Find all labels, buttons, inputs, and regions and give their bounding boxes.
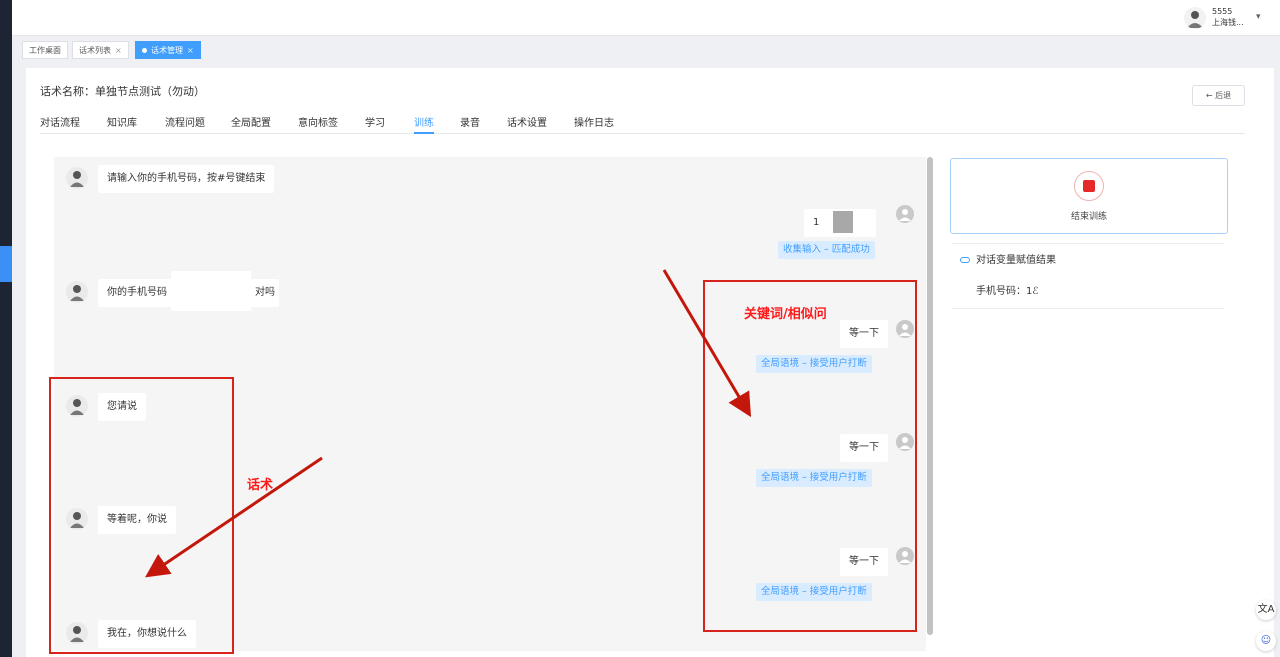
user-avatar-icon	[896, 320, 914, 338]
redaction-mask	[833, 211, 853, 233]
divider	[952, 308, 1224, 309]
status-tag: 全局语境 – 接受用户打断	[756, 583, 872, 601]
tab-dialog-flow[interactable]: 对话流程	[40, 114, 80, 129]
divider	[952, 243, 1224, 244]
user-message: 等一下	[840, 434, 888, 462]
bot-message: 我在，你想说什么	[98, 620, 196, 648]
user-message: 等一下	[840, 320, 888, 348]
bot-message: 您请说	[98, 393, 146, 421]
tab-label: 话术列表	[79, 46, 111, 55]
variable-result-title: 对话变量赋值结果	[976, 255, 1056, 266]
active-tab-underline	[414, 132, 434, 134]
bot-message-suffix: 对吗	[251, 279, 279, 307]
bot-avatar	[66, 622, 88, 644]
agent-icon	[70, 399, 84, 415]
user-avatar-icon	[896, 205, 914, 223]
user-message-prefix: 1	[813, 217, 820, 228]
agent-icon	[70, 512, 84, 528]
tab-flow-questions[interactable]: 流程问题	[165, 114, 205, 129]
close-icon[interactable]: ×	[187, 46, 194, 55]
person-icon	[899, 324, 911, 336]
chat-scrollbar[interactable]	[927, 157, 933, 635]
annotation-script-label: 话术	[247, 478, 274, 493]
sidebar-active-indicator[interactable]	[0, 246, 12, 282]
training-control-card: 结束训练	[950, 158, 1228, 234]
top-bar: 5555 上海钱... ▾	[12, 0, 1280, 36]
main-panel: 话术名称：单独节点测试（勿动） ← 后退 对话流程 知识库 流程问题 全局配置 …	[26, 68, 1274, 657]
bot-avatar	[66, 167, 88, 189]
user-avatar-icon	[896, 547, 914, 565]
annotation-keyword-label: 关键词/相似问	[744, 307, 827, 322]
user-message: 等一下	[840, 548, 888, 576]
translate-icon[interactable]: 文A	[1256, 600, 1276, 620]
person-icon	[1187, 11, 1203, 28]
stop-icon	[1083, 180, 1095, 192]
active-dot-icon	[142, 48, 147, 53]
status-tag: 全局语境 – 接受用户打断	[756, 355, 872, 373]
tab-bar: 工作桌面 话术列表 × 话术管理 ×	[12, 37, 1280, 63]
bot-message: 请输入你的手机号码，按#号键结束	[98, 165, 275, 193]
tab-operation-log[interactable]: 操作日志	[574, 114, 614, 129]
variable-result-item: 手机号码：1ℰ	[976, 286, 1039, 297]
nav-tabs: 对话流程 知识库 流程问题 全局配置 意向标签 学习 训练 录音 话术设置 操作…	[40, 114, 1245, 134]
bot-avatar	[66, 395, 88, 417]
tab-training[interactable]: 训练	[414, 114, 434, 129]
user-company: 上海钱...	[1212, 18, 1244, 27]
tab-script-settings[interactable]: 话术设置	[507, 114, 547, 129]
tab-intent-tags[interactable]: 意向标签	[298, 114, 338, 129]
tab-script-list[interactable]: 话术列表 ×	[72, 41, 129, 59]
status-tag: 全局语境 – 接受用户打断	[756, 469, 872, 487]
person-icon	[899, 551, 911, 563]
bot-avatar	[66, 508, 88, 530]
user-avatar[interactable]	[1184, 7, 1206, 29]
agent-icon	[70, 626, 84, 642]
person-icon	[899, 209, 911, 221]
person-icon	[899, 437, 911, 449]
back-button[interactable]: ← 后退	[1192, 85, 1245, 106]
stop-training-button[interactable]	[1074, 171, 1104, 201]
tab-recording[interactable]: 录音	[460, 114, 480, 129]
redaction-mask	[171, 271, 251, 311]
user-avatar-icon	[896, 433, 914, 451]
tab-knowledge-base[interactable]: 知识库	[107, 114, 137, 129]
tab-label: 工作桌面	[29, 46, 61, 55]
left-sidebar	[0, 0, 12, 657]
link-icon	[960, 257, 970, 263]
training-chat[interactable]: 请输入你的手机号码，按#号键结束 1 收集输入 – 匹配成功 你的手机号码 对吗…	[54, 157, 926, 651]
user-name: 5555	[1212, 7, 1233, 16]
agent-icon	[70, 171, 84, 187]
tab-workbench[interactable]: 工作桌面	[22, 41, 68, 59]
status-tag: 收集输入 – 匹配成功	[778, 241, 875, 259]
chevron-down-icon[interactable]: ▾	[1256, 12, 1261, 22]
bot-message-text: 你的手机号码	[107, 287, 167, 298]
close-icon[interactable]: ×	[115, 46, 122, 55]
bot-avatar	[66, 281, 88, 303]
user-info[interactable]: 5555 上海钱...	[1212, 6, 1244, 28]
agent-icon	[70, 285, 84, 301]
tab-script-manage[interactable]: 话术管理 ×	[135, 41, 201, 59]
variable-result-header: 对话变量赋值结果	[960, 251, 1056, 266]
end-training-label: 结束训练	[1070, 212, 1107, 222]
tab-learning[interactable]: 学习	[365, 114, 385, 129]
tab-global-config[interactable]: 全局配置	[231, 114, 271, 129]
chat-support-icon[interactable]: ☺	[1256, 631, 1276, 651]
page-title: 话术名称：单独节点测试（勿动）	[40, 85, 205, 98]
bot-message: 等着呢，你说	[98, 506, 176, 534]
tab-label: 话术管理	[151, 46, 183, 55]
